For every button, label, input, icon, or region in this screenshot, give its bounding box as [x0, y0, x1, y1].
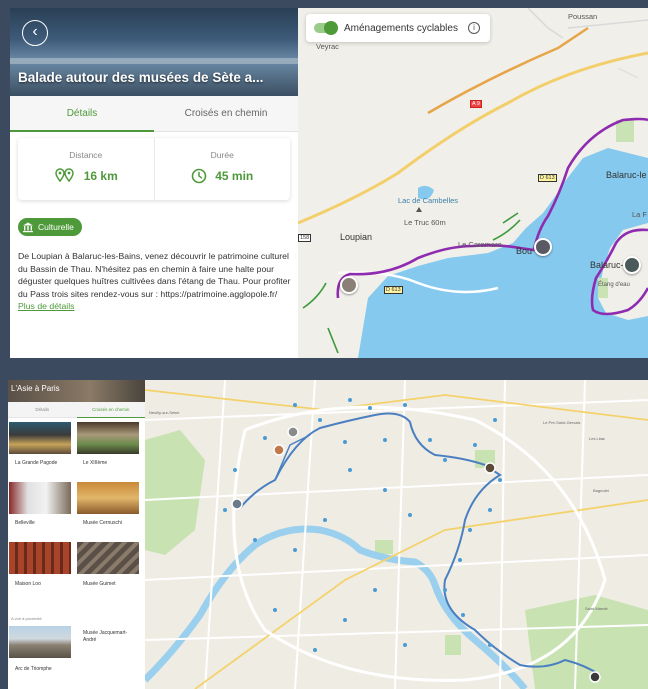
road-badge-d613-west: D 613 — [384, 286, 403, 294]
list-item-thumb[interactable] — [9, 482, 71, 514]
map-label-veyrac: Veyrac — [316, 42, 339, 51]
route-map[interactable]: Aménagements cyclables i Poussan Veyrac … — [298, 8, 648, 358]
map-label-etang: Étang d'eau — [598, 282, 630, 288]
map-label-loupian: Loupian — [340, 232, 373, 242]
road-badge-158: 158 — [298, 234, 312, 242]
list-item-label[interactable]: Belleville — [15, 520, 35, 526]
back-button[interactable]: ‹ — [22, 20, 48, 46]
map-label-lac: Lac de Cambelles — [398, 196, 459, 205]
duration-stat: Durée 45 min — [153, 138, 291, 200]
map-label-pre-saint-gervais: Le Pré-Saint-Gervais — [543, 420, 581, 425]
duration-value: 45 min — [215, 169, 254, 183]
route-title: Balade autour des musées de Sète a... — [18, 70, 264, 85]
paris-route-map[interactable]: Neuilly-sur-Seine Le Pré-Saint-Gervais L… — [145, 380, 648, 689]
tab-crossed-on-way[interactable]: Croisés en chemin — [76, 402, 146, 418]
poi-avatar-loupian[interactable] — [340, 276, 358, 294]
info-icon[interactable]: i — [467, 22, 480, 34]
list-item-thumb[interactable] — [9, 626, 71, 658]
tab-details[interactable]: Détails — [10, 96, 154, 132]
cycle-infrastructure-toggle[interactable]: Aménagements cyclables i — [306, 14, 490, 42]
list-item-label[interactable]: La Grande Pagode — [15, 460, 57, 466]
list-item-label[interactable]: Le XIIIème — [83, 460, 107, 466]
road-badge-a9: A 9 — [470, 100, 482, 108]
list-item-thumb[interactable] — [77, 482, 139, 514]
map-label-truc: Le Truc 60m — [404, 218, 446, 227]
tab-crossed-on-way[interactable]: Croisés en chemin — [154, 96, 298, 131]
route-title: L'Asie à Paris — [11, 384, 60, 393]
category-tag-label: Culturelle — [38, 222, 74, 232]
list-item-label[interactable]: Musée Jacquemart-André — [83, 630, 137, 644]
list-item-thumb[interactable] — [9, 542, 71, 574]
map-label-bouzigues: Bou — [516, 246, 533, 256]
map-label-bagnolet: Bagnolet — [593, 488, 609, 493]
toggle-switch[interactable] — [314, 21, 338, 35]
list-panel: L'Asie à Paris Détails Croisés en chemin… — [8, 380, 145, 689]
map-label-la-f: La F — [632, 210, 648, 219]
duration-label: Durée — [210, 150, 234, 160]
list-item-label[interactable]: Musée Cernuschi — [83, 520, 122, 526]
list-item-label[interactable]: Musée Guimet — [83, 581, 116, 587]
museum-icon — [23, 222, 33, 233]
poi-avatar-balaruc[interactable] — [623, 256, 641, 274]
route-pins-icon — [54, 168, 74, 183]
road-badge-d613-east: D 613 — [538, 174, 557, 182]
tab-details[interactable]: Détails — [8, 402, 77, 417]
route-description: De Loupian à Balaruc-les-Bains, venez dé… — [18, 250, 294, 313]
list-item-thumb[interactable] — [77, 542, 139, 574]
route-detail-panel: ‹ Balade autour des musées de Sète a... … — [10, 8, 298, 358]
detail-tabs: Détails Croisés en chemin — [10, 96, 298, 132]
detail-tabs: Détails Croisés en chemin — [8, 402, 145, 418]
stats-card: Distance 16 km Durée 45 min — [18, 138, 290, 200]
list-item-label[interactable]: Arc de Triomphe — [15, 666, 52, 672]
map-label-poussan: Poussan — [568, 12, 598, 21]
distance-stat: Distance 16 km — [18, 138, 154, 200]
list-item-thumb[interactable] — [77, 422, 139, 454]
clock-icon — [191, 168, 207, 184]
more-details-link[interactable]: Plus de détails — [18, 301, 75, 311]
map-label-saint-mande: Saint-Mandé — [585, 606, 608, 611]
map-label-lilas: Les Lilas — [589, 436, 605, 441]
list-item-label[interactable]: Maison Loo — [15, 581, 41, 587]
chevron-left-icon: ‹ — [32, 23, 38, 40]
distance-label: Distance — [69, 150, 103, 160]
poi-avatar-bouzigues[interactable] — [534, 238, 552, 256]
route-map-graphic — [298, 8, 648, 358]
map-label-neuilly: Neuilly-sur-Seine — [149, 410, 180, 415]
map-label-balaruc: Balaruc-l — [590, 260, 626, 270]
paris-map-graphic — [145, 380, 648, 689]
map-label-caramare: Le Caramare — [458, 240, 502, 249]
category-tag[interactable]: Culturelle — [18, 218, 82, 236]
list-item-thumb[interactable] — [9, 422, 71, 454]
description-text: De Loupian à Balaruc-les-Bains, venez dé… — [18, 251, 291, 299]
nearby-section-label: A voir à proximité — [11, 616, 42, 621]
toggle-label: Aménagements cyclables — [344, 22, 458, 34]
map-label-balaruc-le: Balaruc-le — [606, 170, 647, 180]
distance-value: 16 km — [83, 169, 118, 183]
